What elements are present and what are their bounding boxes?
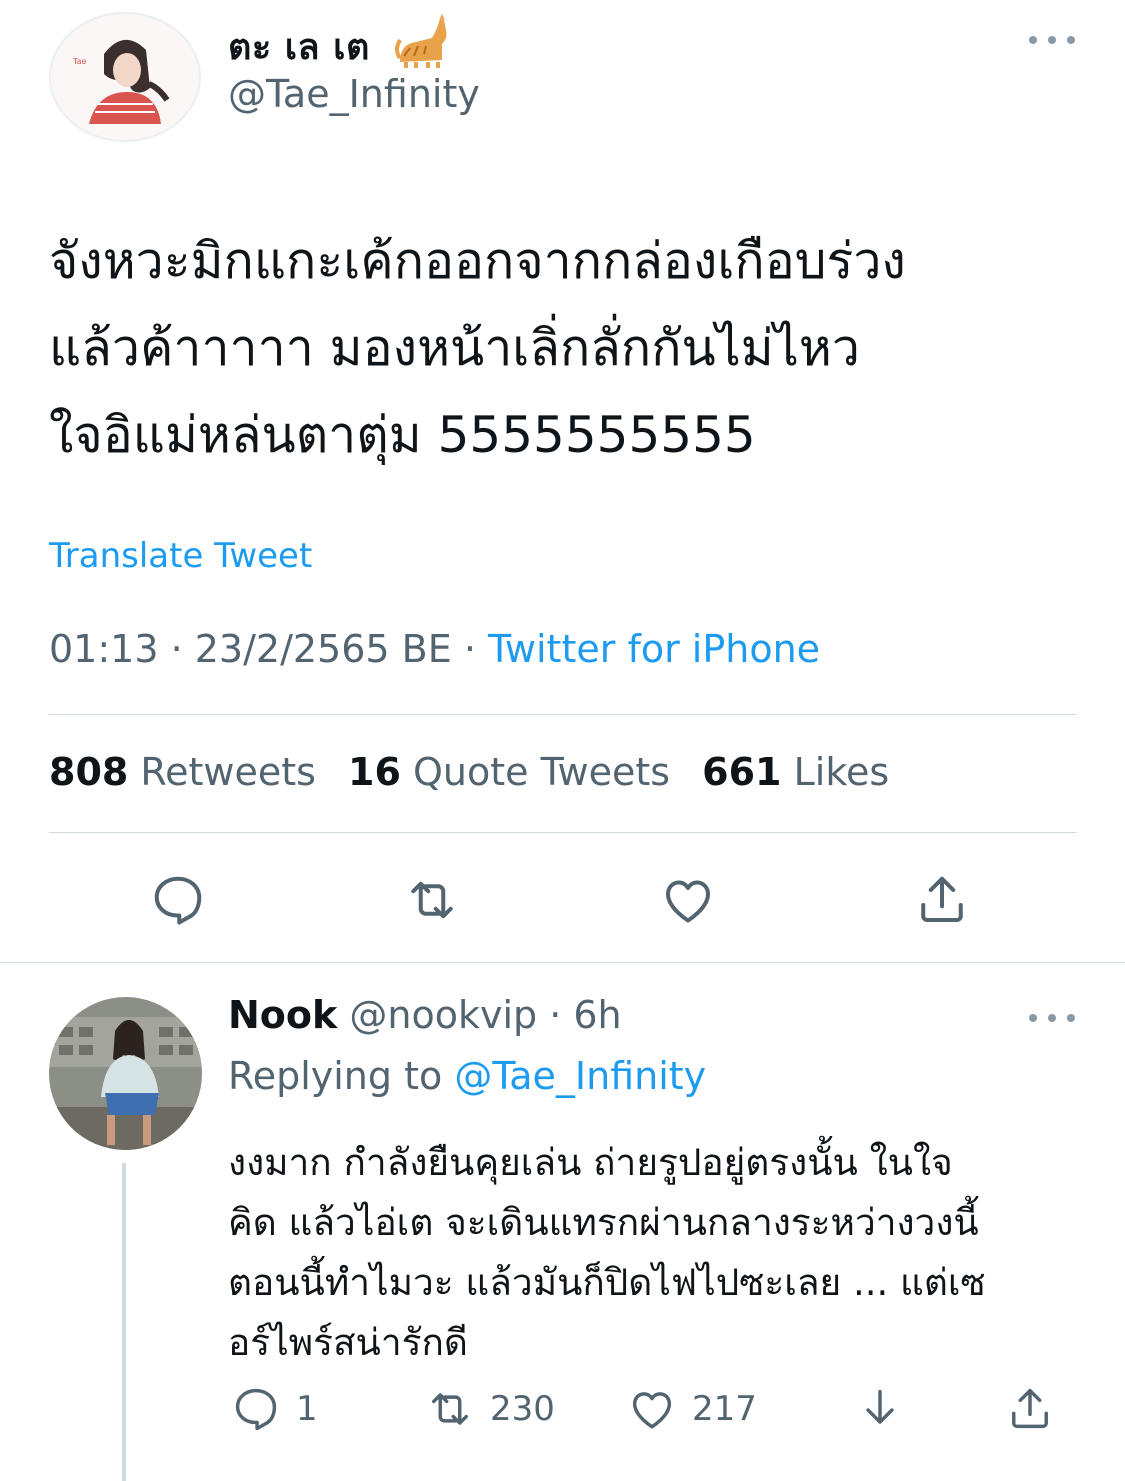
- author-avatar[interactable]: Tae: [49, 12, 202, 142]
- tweet-text-line: จังหวะมิกแกะเค้กออกจากกล่องเกือบร่วง: [49, 232, 906, 290]
- reply-text-line: ตอนนี้ทำไมวะ แล้วมันก็ปิดไฟไปซะเลย ... แ…: [228, 1261, 986, 1304]
- divider: [49, 832, 1077, 833]
- tweet-text: จังหวะมิกแกะเค้กออกจากกล่องเกือบร่วง แล้…: [49, 218, 1089, 479]
- reply-actions: 1 230 217: [0, 1379, 1125, 1439]
- share-icon[interactable]: [912, 870, 972, 930]
- more-dot: [1067, 36, 1075, 44]
- reply-like-button[interactable]: 217: [626, 1379, 757, 1439]
- more-dot: [1048, 1014, 1056, 1022]
- tweet-text-line: ใจอิแม่หล่นตาตุ่ม 5555555555: [49, 406, 756, 464]
- likes-stat[interactable]: 661 Likes: [702, 750, 889, 794]
- reply-reply-button[interactable]: 1: [230, 1379, 318, 1439]
- retweet-icon: [432, 1393, 468, 1425]
- reply-icon[interactable]: [148, 870, 208, 930]
- divider: [49, 714, 1077, 715]
- retweets-count: 808: [49, 750, 129, 794]
- reply-handle-time[interactable]: @nookvip · 6h: [337, 993, 621, 1037]
- tweet-timestamp[interactable]: 01:13 · 23/2/2565 BE ·: [49, 627, 488, 671]
- main-tweet: Tae ตะ เล เต @Tae_Infinity จังหวะมิกแกะเ…: [0, 0, 1125, 963]
- share-icon: [1012, 1388, 1048, 1429]
- like-icon[interactable]: [658, 870, 718, 930]
- cat-emoji-icon: [392, 12, 452, 72]
- likes-label: Likes: [793, 750, 890, 794]
- reply-icon: [235, 1388, 277, 1431]
- more-icon[interactable]: [1029, 1010, 1075, 1026]
- reply-download-button[interactable]: [854, 1379, 906, 1439]
- tweet-meta: 01:13 · 23/2/2565 BE · Twitter for iPhon…: [49, 627, 820, 671]
- tweet-stats: 808 Retweets 16 Quote Tweets 661 Likes: [49, 750, 889, 794]
- more-dot: [1048, 36, 1056, 44]
- quotes-stat[interactable]: 16 Quote Tweets: [348, 750, 670, 794]
- like-count: 217: [692, 1389, 757, 1429]
- author-name[interactable]: ตะ เล เต: [228, 18, 370, 75]
- retweet-icon[interactable]: [402, 870, 462, 930]
- more-icon[interactable]: [1029, 32, 1075, 48]
- reply-text: งงมาก กำลังยืนคุยเล่น ถ่ายรูปอยู่ตรงนั้น…: [228, 1133, 1088, 1373]
- tweet-source-link[interactable]: Twitter for iPhone: [488, 627, 820, 671]
- reply-text-line: งงมาก กำลังยืนคุยเล่น ถ่ายรูปอยู่ตรงนั้น…: [228, 1141, 953, 1184]
- reply-share-button[interactable]: [1004, 1379, 1056, 1439]
- svg-text:Tae: Tae: [72, 57, 86, 66]
- reply-text-line: คิด แล้วไอ่เต จะเดินแทรกผ่านกลางระหว่างว…: [228, 1201, 979, 1244]
- retweets-stat[interactable]: 808 Retweets: [49, 750, 316, 794]
- replying-mention-link[interactable]: @Tae_Infinity: [454, 1054, 706, 1098]
- download-icon: [866, 1389, 894, 1424]
- replying-to: Replying to @Tae_Infinity: [228, 1054, 706, 1098]
- retweet-count: 230: [490, 1389, 555, 1429]
- replying-prefix: Replying to: [228, 1054, 455, 1098]
- more-dot: [1029, 36, 1037, 44]
- reply-header: Nook @nookvip · 6h: [228, 993, 622, 1037]
- reply-tweet[interactable]: Nook @nookvip · 6h Replying to @Tae_Infi…: [0, 963, 1125, 1481]
- reply-author-name[interactable]: Nook: [228, 993, 337, 1037]
- tweet-text-line: แล้วค้าาาาา มองหน้าเลิ่กลั่กกันไม่ไหว: [49, 319, 860, 377]
- likes-count: 661: [702, 750, 782, 794]
- retweets-label: Retweets: [140, 750, 316, 794]
- author-handle[interactable]: @Tae_Infinity: [228, 72, 480, 116]
- quotes-label: Quote Tweets: [413, 750, 671, 794]
- reply-count: 1: [296, 1389, 318, 1429]
- translate-tweet-link[interactable]: Translate Tweet: [49, 536, 312, 576]
- reply-avatar[interactable]: [49, 997, 202, 1150]
- quotes-count: 16: [348, 750, 401, 794]
- more-dot: [1067, 1014, 1075, 1022]
- reply-retweet-button[interactable]: 230: [424, 1379, 555, 1439]
- reply-text-line: อร์ไพร์สน่ารักดี: [228, 1321, 468, 1364]
- like-icon: [632, 1392, 672, 1429]
- more-dot: [1029, 1014, 1037, 1022]
